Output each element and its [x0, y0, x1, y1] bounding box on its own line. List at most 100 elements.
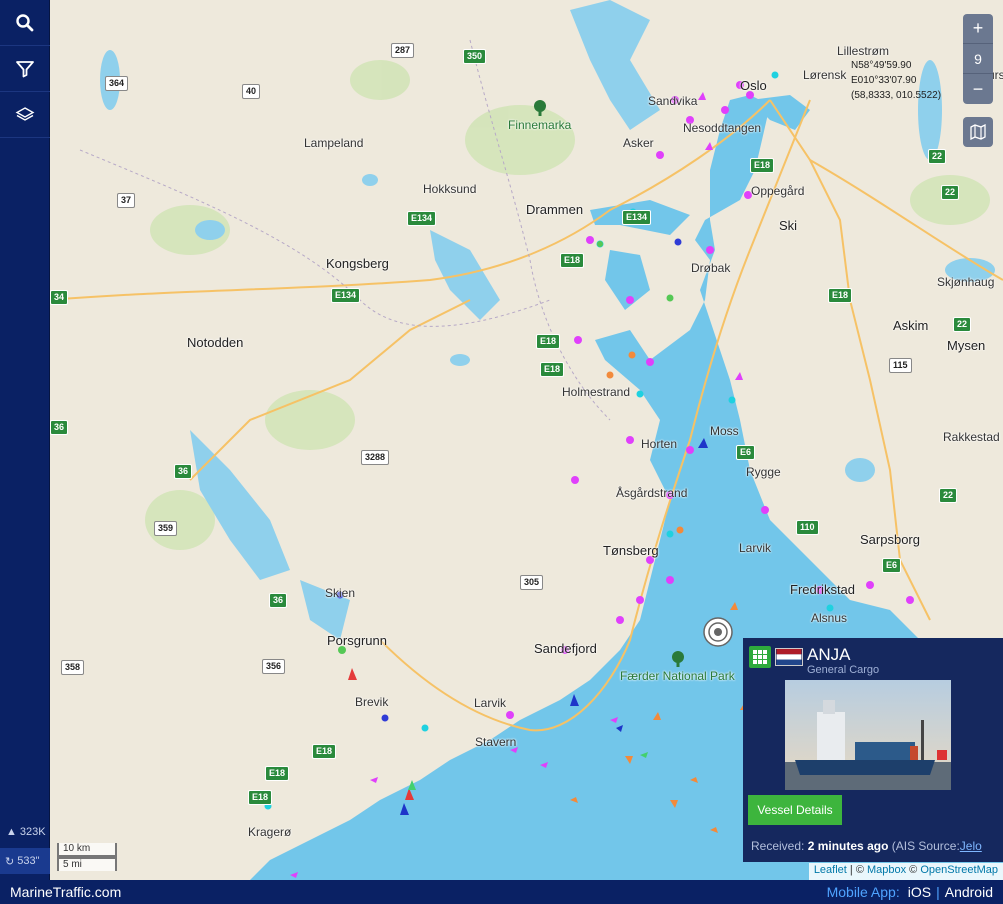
- vessel-details-button[interactable]: Vessel Details: [748, 795, 842, 825]
- osm-link[interactable]: OpenStreetMap: [920, 864, 998, 876]
- search-button[interactable]: [0, 0, 50, 46]
- layers-icon: [15, 106, 35, 121]
- ship-count-stat: ▲ 323K: [0, 826, 50, 838]
- road-shield: 36: [50, 420, 69, 435]
- place-label: Rakkestad: [943, 430, 1000, 444]
- place-label: Ski: [779, 218, 798, 233]
- vessel-popup: ANJA General Cargo Vessel Details Receiv…: [743, 638, 1003, 862]
- road-shield: 358: [61, 660, 85, 675]
- place-label: Fredrikstad: [790, 582, 856, 597]
- road-shield: E18: [828, 288, 853, 303]
- place-label: Askim: [893, 318, 929, 333]
- brand-link[interactable]: MarineTraffic.com: [10, 884, 827, 900]
- coordinates-readout: N58°49'59.90 E010°33'07.90 (58,8333, 010…: [851, 58, 941, 103]
- place-label: Nesoddtangen: [683, 121, 762, 135]
- road-shield: E18: [536, 334, 561, 349]
- mobile-app-label: Mobile App:: [826, 884, 900, 900]
- refresh-stat[interactable]: ↻ 533": [0, 848, 50, 874]
- road-shield: 34: [50, 290, 69, 305]
- refresh-count: 533": [17, 855, 40, 867]
- place-label: Mysen: [947, 338, 986, 353]
- place-label: Kongsberg: [326, 256, 389, 271]
- place-label: Larvik: [474, 696, 507, 710]
- road-shield: 22: [941, 185, 960, 200]
- received-info: Received: 2 minutes ago (AIS Source:Jelo: [751, 839, 982, 853]
- vessel-name: ANJA: [807, 645, 851, 664]
- zoom-out-button[interactable]: −: [963, 74, 993, 104]
- place-label: Notodden: [187, 335, 244, 350]
- filter-button[interactable]: [0, 46, 50, 92]
- road-shield: E18: [248, 790, 273, 805]
- road-shield: 287: [391, 43, 415, 58]
- road-shield: 36: [269, 593, 288, 608]
- marinetraffic-app: ▲ 323K ↻ 533" Oslo Lillestrøm Lørensk Sa…: [0, 0, 1003, 904]
- ais-source-link[interactable]: Jelo: [960, 839, 982, 853]
- vessel-photo-image: [785, 680, 951, 790]
- place-label: Oslo: [740, 78, 767, 93]
- selected-vessel-ring[interactable]: [703, 617, 733, 647]
- road-shield: E18: [540, 362, 565, 377]
- place-label: Skien: [325, 586, 356, 600]
- scale-metric: 10 km: [57, 843, 117, 857]
- vessel-menu-button[interactable]: [749, 646, 771, 668]
- scale-imperial: 5 mi: [57, 857, 117, 871]
- road-shield: 3288: [361, 450, 390, 465]
- road-shield: 40: [242, 84, 261, 99]
- netherlands-flag-icon: [775, 648, 803, 666]
- footer-bar: MarineTraffic.com Mobile App: iOS | Andr…: [0, 880, 1003, 904]
- map-type-button[interactable]: [963, 117, 993, 147]
- place-label: Drammen: [526, 202, 584, 217]
- search-icon: [16, 13, 34, 31]
- received-label: Received:: [751, 839, 805, 853]
- road-shield: 305: [520, 575, 544, 590]
- mapbox-link[interactable]: Mapbox: [867, 864, 906, 876]
- road-shield: 22: [953, 317, 972, 332]
- place-label: Brevik: [355, 695, 389, 709]
- refresh-icon: ↻: [5, 855, 15, 868]
- place-label: Moss: [710, 424, 739, 438]
- place-label: Færder National Park: [620, 669, 735, 683]
- vessel-popup-header: ANJA General Cargo: [743, 638, 1003, 678]
- place-label: Sandvika: [648, 94, 698, 108]
- received-time: 2 minutes ago: [807, 839, 889, 853]
- ais-source-label: (AIS Source:: [891, 839, 960, 853]
- place-label: Alsnus: [811, 611, 848, 625]
- place-label: Lørensk: [803, 68, 847, 82]
- place-label: Holmestrand: [562, 385, 631, 399]
- layers-button[interactable]: [0, 92, 50, 138]
- road-shield: E18: [560, 253, 585, 268]
- leaflet-link[interactable]: Leaflet: [814, 864, 847, 876]
- place-label: Horten: [641, 437, 678, 451]
- road-shield: 359: [154, 521, 178, 536]
- place-label: Sandefjord: [534, 641, 597, 656]
- ship-icon: ▲: [6, 826, 17, 838]
- place-label: Asker: [623, 136, 654, 150]
- vessel-type: General Cargo: [807, 664, 880, 676]
- coord-lon: E010°33'07.90: [851, 75, 917, 86]
- zoom-control: + 9 −: [963, 14, 993, 104]
- road-shield: E134: [331, 288, 361, 303]
- map-attribution: Leaflet | © Mapbox © OpenStreetMap: [808, 863, 1003, 880]
- road-shield: 364: [105, 76, 129, 91]
- place-label: Sarpsborg: [860, 532, 920, 547]
- place-label: Tønsberg: [603, 543, 659, 558]
- ios-link[interactable]: iOS: [900, 884, 931, 900]
- road-shield: 22: [939, 488, 958, 503]
- road-shield: E18: [265, 766, 290, 781]
- road-shield: 110: [796, 520, 819, 535]
- vessel-photo[interactable]: [785, 680, 951, 790]
- coord-decimal: (58,8333, 010.5522): [851, 90, 942, 101]
- road-shield: 22: [928, 149, 947, 164]
- android-link[interactable]: Android: [945, 884, 993, 900]
- zoom-in-button[interactable]: +: [963, 14, 993, 44]
- place-label: Stavern: [475, 735, 517, 749]
- ship-count: 323K: [19, 826, 46, 838]
- sidebar: ▲ 323K ↻ 533": [0, 0, 50, 880]
- road-shield: E6: [882, 558, 902, 573]
- coord-lat: N58°49'59.90: [851, 60, 912, 71]
- place-label: Drøbak: [691, 261, 731, 275]
- road-shield: E18: [312, 744, 337, 759]
- road-shield: 350: [463, 49, 487, 64]
- place-label: Skjønhaug: [937, 275, 995, 289]
- place-label: Kragerø: [248, 825, 292, 839]
